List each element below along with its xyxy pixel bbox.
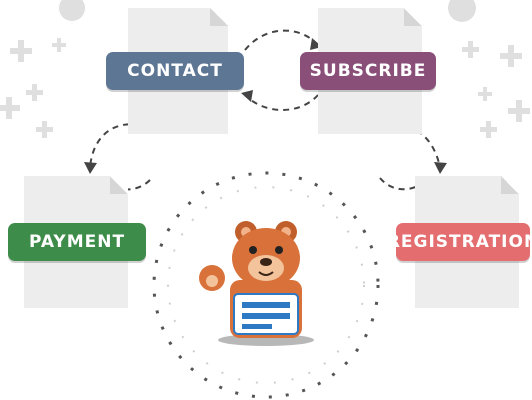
plus-icon — [462, 41, 479, 58]
arrowhead-icon — [241, 90, 253, 102]
registration-form-label: REGISTRATION — [387, 223, 532, 261]
plus-decorations — [0, 0, 530, 138]
arrow-subscribe-contact — [244, 94, 319, 111]
plus-icon — [0, 97, 20, 119]
arrow-registration-subscribe — [379, 177, 419, 191]
blob-icon — [59, 0, 85, 21]
arrowhead-icon — [434, 162, 447, 174]
payment-form-label: PAYMENT — [8, 223, 146, 261]
plus-icon — [508, 100, 530, 122]
plus-icon — [478, 87, 492, 101]
plus-icon — [500, 45, 522, 67]
plus-icon — [480, 121, 497, 138]
contact-form-label: CONTACT — [106, 52, 244, 90]
arrowhead-icon — [84, 162, 97, 174]
plus-icon — [52, 38, 66, 52]
plus-icon — [26, 84, 43, 101]
plus-icon — [10, 40, 32, 62]
arrow-contact-subscribe — [244, 29, 319, 51]
plus-icon — [36, 121, 53, 138]
bear-mascot-icon — [199, 221, 314, 346]
blob-icon — [448, 0, 476, 22]
subscribe-form-label: SUBSCRIBE — [300, 52, 436, 90]
